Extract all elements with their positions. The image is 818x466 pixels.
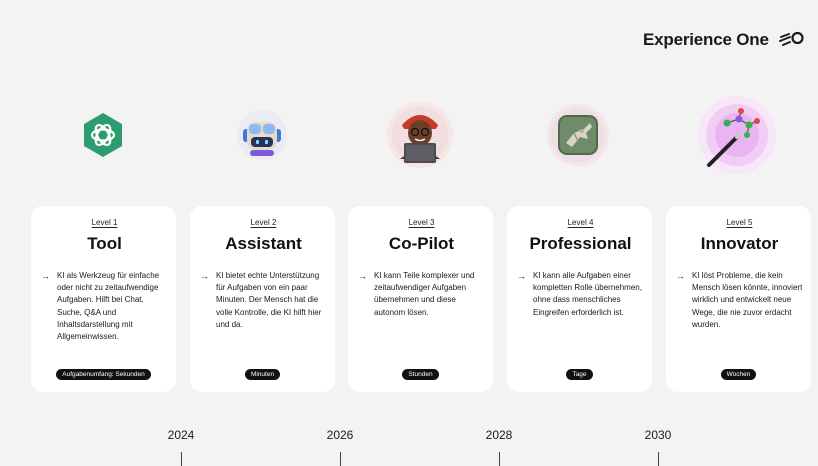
level-card-professional: Level 4 Professional → KI kann alle Aufg… xyxy=(507,206,652,392)
duration-badge: Stunden xyxy=(402,369,439,380)
arrow-right-icon: → xyxy=(517,271,526,281)
level-card-assistant: Level 2 Assistant → KI bietet echte Unte… xyxy=(190,206,335,392)
arrow-right-icon: → xyxy=(200,271,209,281)
level-description: → KI kann Teile komplexer und zeitaufwen… xyxy=(358,270,485,319)
level-description: → KI löst Probleme, die kein Mensch löse… xyxy=(676,270,803,331)
level-title: Tool xyxy=(87,234,122,253)
level-card-co-pilot: Level 3 Co-Pilot → KI kann Teile komplex… xyxy=(348,206,493,392)
level-description: → KI kann alle Aufgaben einer kompletten… xyxy=(517,270,644,319)
timeline-year: 2030 xyxy=(644,428,672,442)
duration-badge: Tage xyxy=(566,369,593,380)
chatgpt-logo-icon xyxy=(63,95,143,175)
robot-hand-icon xyxy=(538,95,618,175)
level-title: Innovator xyxy=(700,234,779,253)
level-cards: Level 1 Tool → KI als Werkzeug für einfa… xyxy=(31,206,812,392)
description-text: KI kann Teile komplexer und zeitaufwendi… xyxy=(374,271,475,317)
level-title: Co-Pilot xyxy=(388,234,455,253)
level-card-innovator: Level 5 Innovator → KI löst Probleme, di… xyxy=(666,206,811,392)
level-label: Level 2 xyxy=(250,218,277,227)
magic-wand-molecule-icon xyxy=(697,95,777,175)
brand-name: Experience One xyxy=(643,30,769,49)
description-text: KI als Werkzeug für einfache oder nicht … xyxy=(57,271,160,342)
description-text: KI kann alle Aufgaben einer kompletten R… xyxy=(533,271,642,317)
timeline-tick xyxy=(181,452,182,466)
level-label: Level 1 xyxy=(91,218,118,227)
level-card-tool: Level 1 Tool → KI als Werkzeug für einfa… xyxy=(31,206,176,392)
timeline-year: 2026 xyxy=(326,428,354,442)
arrow-right-icon: → xyxy=(41,271,50,281)
duration-badge: Wochen xyxy=(720,369,757,380)
timeline-tick xyxy=(340,452,341,466)
timeline-year: 2028 xyxy=(485,428,513,442)
brand: Experience One xyxy=(643,30,805,50)
level-label: Level 4 xyxy=(567,218,594,227)
description-text: KI bietet echte Unterstützung für Aufgab… xyxy=(216,271,322,329)
arrow-right-icon: → xyxy=(358,271,367,281)
description-text: KI löst Probleme, die kein Mensch lösen … xyxy=(692,271,803,329)
copilot-robot-icon xyxy=(222,95,302,175)
level-label: Level 5 xyxy=(726,218,753,227)
timeline-tick xyxy=(499,452,500,466)
duration-badge: Minuten xyxy=(244,369,281,380)
experience-one-logo-icon xyxy=(778,31,804,46)
level-title: Professional xyxy=(529,234,632,253)
person-laptop-avatar-icon xyxy=(380,95,460,175)
level-description: → KI als Werkzeug für einfache oder nich… xyxy=(41,270,168,343)
level-icons-row xyxy=(0,95,818,175)
level-label: Level 3 xyxy=(408,218,435,227)
level-description: → KI bietet echte Unterstützung für Aufg… xyxy=(200,270,327,331)
duration-badge: Aufgabenumfang: Sekunden xyxy=(56,369,151,380)
timeline: 2024 2026 2028 2030 xyxy=(0,428,818,466)
timeline-year: 2024 xyxy=(167,428,195,442)
arrow-right-icon: → xyxy=(676,271,685,281)
timeline-tick xyxy=(658,452,659,466)
level-title: Assistant xyxy=(225,234,302,253)
